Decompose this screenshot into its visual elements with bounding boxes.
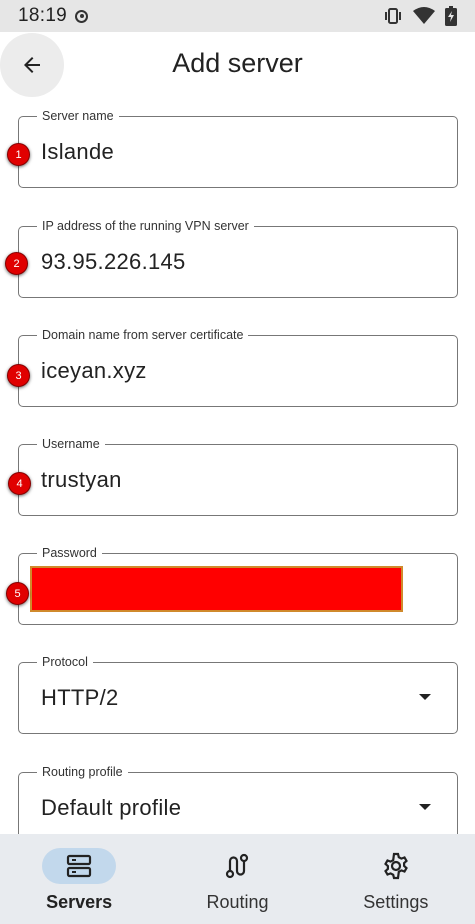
routing-icon <box>226 853 249 879</box>
nav-settings-indicator <box>359 848 433 884</box>
ip-address-field[interactable]: IP address of the running VPN server 93.… <box>18 218 458 298</box>
servers-icon <box>67 854 92 878</box>
server-name-label: Server name <box>37 108 119 124</box>
notification-dot-icon <box>75 9 89 23</box>
nav-routing-label: Routing <box>206 892 269 912</box>
nav-item-routing[interactable]: Routing <box>158 834 316 924</box>
annotation-marker-5: 5 <box>6 582 29 605</box>
password-label: Password <box>37 545 102 561</box>
nav-settings-label: Settings <box>363 892 429 912</box>
nav-servers-label: Servers <box>46 892 113 912</box>
protocol-value: HTTP/2 <box>41 685 119 710</box>
status-time: 18:19 <box>18 5 68 26</box>
dropdown-arrow-icon <box>419 694 431 700</box>
status-left: 18:19 <box>18 5 89 27</box>
annotation-marker-4: 4 <box>8 472 31 495</box>
routing-profile-label: Routing profile <box>37 764 128 780</box>
server-name-field[interactable]: Server name Islande <box>18 108 458 188</box>
status-right <box>383 6 457 26</box>
username-field[interactable]: Username trustyan <box>18 436 458 516</box>
annotation-marker-3: 3 <box>7 364 30 387</box>
nav-item-settings[interactable]: Settings <box>317 834 475 924</box>
status-bar: 18:19 <box>0 0 475 32</box>
protocol-label: Protocol <box>37 654 93 670</box>
domain-field[interactable]: Domain name from server certificate icey… <box>18 327 458 407</box>
username-label: Username <box>37 436 105 452</box>
vibrate-icon <box>385 8 401 24</box>
protocol-dropdown[interactable]: Protocol HTTP/2 <box>18 654 458 734</box>
ip-address-label: IP address of the running VPN server <box>37 218 254 234</box>
settings-gear-icon <box>383 852 408 880</box>
domain-label: Domain name from server certificate <box>37 327 249 343</box>
annotation-marker-2: 2 <box>5 252 28 275</box>
nav-routing-indicator <box>200 848 274 884</box>
domain-value: iceyan.xyz <box>41 358 147 383</box>
app-bar: Add server <box>0 32 475 98</box>
wifi-icon <box>413 7 435 24</box>
page-title: Add server <box>172 48 303 78</box>
bottom-navigation: Servers Routing Settings <box>0 834 475 924</box>
server-name-value: Islande <box>41 139 115 164</box>
routing-profile-value: Default profile <box>41 795 182 820</box>
username-value: trustyan <box>41 467 122 492</box>
ip-address-value: 93.95.226.145 <box>41 249 186 274</box>
annotation-marker-1: 1 <box>7 143 30 166</box>
nav-item-servers[interactable]: Servers <box>0 834 158 924</box>
password-redaction-box <box>30 566 403 612</box>
battery-icon <box>445 6 457 26</box>
dropdown-arrow-icon <box>419 804 431 810</box>
nav-servers-indicator <box>42 848 117 884</box>
